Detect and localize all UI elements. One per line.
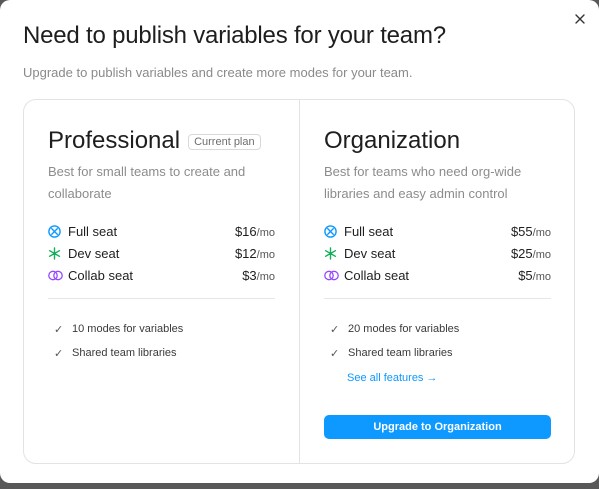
plan-organization: Organization Best for teams who need org… <box>299 100 574 463</box>
close-button[interactable] <box>571 10 589 28</box>
plan-name: Professional <box>48 127 181 154</box>
seat-price: $25/mo <box>510 245 551 261</box>
plan-header: Professional Current plan <box>48 127 261 155</box>
feature-label: Shared team libraries <box>72 347 177 359</box>
dev-seat-icon <box>324 246 344 260</box>
collab-seat-icon <box>48 268 68 282</box>
plan-professional: Professional Current plan Best for small… <box>24 100 299 463</box>
seat-price: $55/mo <box>510 223 551 239</box>
seat-label: Dev seat <box>344 245 396 261</box>
feature-label: Shared team libraries <box>348 347 453 359</box>
dev-seat-icon <box>48 246 68 260</box>
seat-label: Full seat <box>344 223 394 239</box>
seat-label: Full seat <box>68 223 118 239</box>
modal-subtitle: Upgrade to publish variables and create … <box>23 65 413 80</box>
seat-row-dev: Dev seat $25/mo <box>324 242 551 264</box>
modal-title: Need to publish variables for your team? <box>23 22 446 49</box>
upgrade-to-organization-button[interactable]: Upgrade to Organization <box>324 415 551 439</box>
plans-comparison: Professional Current plan Best for small… <box>23 99 575 464</box>
seat-row-collab: Collab seat $5/mo <box>324 264 551 286</box>
plan-name: Organization <box>324 127 461 154</box>
upgrade-modal: Need to publish variables for your team?… <box>0 0 599 483</box>
check-icon: ✓ <box>54 347 64 360</box>
current-plan-badge: Current plan <box>188 134 261 150</box>
feature-item: ✓ 20 modes for variables <box>330 317 459 341</box>
feature-item: ✓ 10 modes for variables <box>54 317 183 341</box>
seat-price: $16/mo <box>234 223 275 239</box>
seat-label: Collab seat <box>344 267 410 283</box>
seat-row-dev: Dev seat $12/mo <box>48 242 275 264</box>
feature-label: 10 modes for variables <box>72 323 184 335</box>
seat-pricing-list: Full seat $55/mo Dev seat $25/mo Collab … <box>324 220 551 286</box>
seat-price: $3/mo <box>242 267 275 283</box>
seat-price: $12/mo <box>234 245 275 261</box>
seat-row-full: Full seat $55/mo <box>324 220 551 242</box>
check-icon: ✓ <box>330 323 340 336</box>
full-seat-icon <box>48 224 68 238</box>
seat-price: $5/mo <box>518 267 551 283</box>
check-icon: ✓ <box>54 323 64 336</box>
plan-description: Best for small teams to create and colla… <box>48 164 246 201</box>
feature-label: 20 modes for variables <box>348 323 460 335</box>
plan-header: Organization <box>324 127 460 155</box>
seat-pricing-list: Full seat $16/mo Dev seat $12/mo Collab … <box>48 220 275 286</box>
check-icon: ✓ <box>330 347 340 360</box>
divider <box>324 298 551 299</box>
seat-label: Collab seat <box>68 267 134 283</box>
collab-seat-icon <box>324 268 344 282</box>
seat-row-collab: Collab seat $3/mo <box>48 264 275 286</box>
seat-row-full: Full seat $16/mo <box>48 220 275 242</box>
close-icon <box>575 14 585 24</box>
feature-list: ✓ 10 modes for variables ✓ Shared team l… <box>54 317 183 365</box>
seat-label: Dev seat <box>68 245 120 261</box>
divider <box>48 298 275 299</box>
full-seat-icon <box>324 224 344 238</box>
see-all-features-link[interactable]: See all features → <box>347 372 438 384</box>
feature-item: ✓ Shared team libraries <box>330 341 459 365</box>
feature-item: ✓ Shared team libraries <box>54 341 183 365</box>
feature-list: ✓ 20 modes for variables ✓ Shared team l… <box>330 317 459 365</box>
plan-description: Best for teams who need org-wide librari… <box>324 164 522 201</box>
